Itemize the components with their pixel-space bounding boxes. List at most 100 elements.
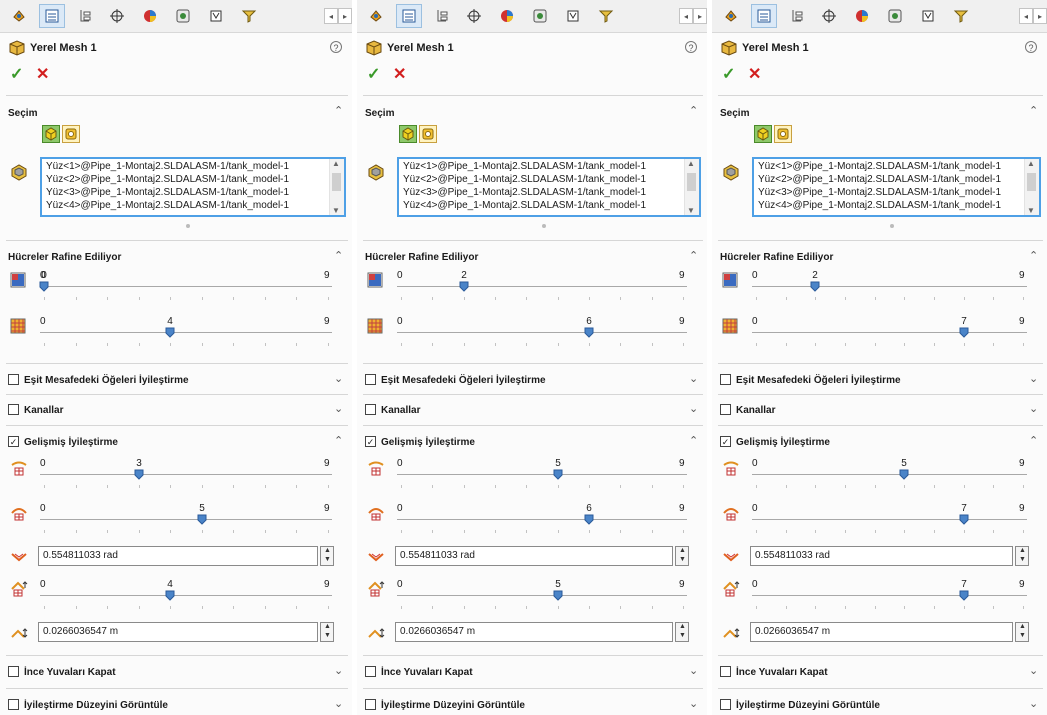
advanced-refinement-checkbox[interactable]: ✓ [365,436,376,447]
list-item[interactable]: Yüz<2>@Pipe_1-Montaj2.SLDALASM-1/tank_mo… [758,174,1001,185]
feature-tree-icon[interactable] [751,4,777,28]
ok-check-icon[interactable]: ✓ [10,64,23,84]
scroll-up-icon[interactable]: ▲ [332,159,340,168]
selected-faces-list[interactable]: Yüz<1>@Pipe_1-Montaj2.SLDALASM-1/tank_mo… [397,157,701,217]
refinement-level-slider[interactable]: 0 9 7 [752,316,1027,346]
slider-thumb[interactable] [959,514,969,525]
channels-checkbox[interactable] [8,404,19,415]
expand-chevron-icon[interactable]: ⌄ [689,697,698,710]
slider-track[interactable] [752,595,1027,596]
resize-grip-icon[interactable] [542,224,546,228]
display-manager-icon[interactable] [170,4,196,28]
slider-thumb[interactable] [584,514,594,525]
tolerance-criterion-spinner[interactable]: ▲ ▼ [320,622,334,642]
scroll-up-icon[interactable]: ▲ [687,159,695,168]
toolbar-scroll-left-icon[interactable]: ◂ [324,8,338,24]
slider-thumb[interactable] [959,590,969,601]
display-manager-icon[interactable] [882,4,908,28]
curvature-criterion-input[interactable]: 0.554811033 rad [38,546,318,566]
slider-thumb[interactable] [459,281,469,292]
tolerance-criterion-input[interactable]: 0.0266036547 m [750,622,1013,642]
slider-track[interactable] [40,286,332,287]
appearance-icon[interactable] [849,4,875,28]
refining-cells-header[interactable]: Hücreler Rafine Ediliyor [365,252,478,263]
face-selection-icon[interactable] [399,125,417,143]
collapse-caret-icon[interactable]: ⌃ [689,104,698,117]
collapse-caret-icon[interactable]: ⌃ [1029,104,1038,117]
small-solid-features-slider[interactable]: 0 9 3 [40,458,332,488]
spin-down-icon[interactable]: ▼ [679,556,686,563]
scroll-thumb[interactable] [1027,173,1036,191]
expand-chevron-icon[interactable]: ⌄ [334,402,343,415]
component-selection-icon[interactable] [419,125,437,143]
appearance-icon[interactable] [494,4,520,28]
slider-track[interactable] [40,474,332,475]
display-manager-icon[interactable] [527,4,553,28]
tolerance-criterion-spinner[interactable]: ▲ ▼ [1015,622,1029,642]
close-gaps-checkbox[interactable] [365,666,376,677]
spin-up-icon[interactable]: ▲ [679,547,686,554]
slider-thumb[interactable] [584,327,594,338]
equidistant-checkbox[interactable] [720,374,731,385]
help-icon[interactable]: ? [685,41,697,53]
collapse-caret-icon[interactable]: ⌃ [689,434,698,447]
list-item[interactable]: Yüz<1>@Pipe_1-Montaj2.SLDALASM-1/tank_mo… [46,161,289,172]
basic-refinement-slider[interactable]: 090 [39,270,332,300]
expand-chevron-icon[interactable]: ⌄ [1029,664,1038,677]
slider-thumb[interactable] [959,327,969,338]
close-gaps-checkbox[interactable] [8,666,19,677]
expand-chevron-icon[interactable]: ⌄ [689,372,698,385]
scroll-down-icon[interactable]: ▼ [332,206,340,215]
slider-thumb[interactable] [553,469,563,480]
refinement-level-slider[interactable]: 0 9 6 [397,316,687,346]
expand-chevron-icon[interactable]: ⌄ [1029,402,1038,415]
collapse-caret-icon[interactable]: ⌃ [689,249,698,262]
curvature-slider[interactable]: 0 9 5 [40,503,332,533]
expand-chevron-icon[interactable]: ⌄ [1029,372,1038,385]
spin-up-icon[interactable]: ▲ [1019,547,1026,554]
cancel-x-icon[interactable]: ✕ [393,64,406,84]
component-selection-icon[interactable] [62,125,80,143]
slider-thumb[interactable] [810,281,820,292]
slider-track[interactable] [752,519,1027,520]
tolerance-refinement-slider[interactable]: 0 9 4 [40,579,332,609]
slider-track[interactable] [397,474,687,475]
toolbar-scroll-right-icon[interactable]: ▸ [338,8,352,24]
slider-thumb[interactable] [197,514,207,525]
feature-tree-icon[interactable] [396,4,422,28]
cancel-x-icon[interactable]: ✕ [748,64,761,84]
scroll-down-icon[interactable]: ▼ [687,206,695,215]
spin-up-icon[interactable]: ▲ [324,623,331,630]
basic-refinement-slider[interactable]: 0 9 2 [397,270,687,300]
slider-track[interactable] [397,519,687,520]
list-scrollbar[interactable]: ▲ ▼ [329,159,344,215]
tolerance-criterion-input[interactable]: 0.0266036547 m [395,622,673,642]
curvature-criterion-input[interactable]: 0.554811033 rad [395,546,673,566]
toolbar-scroll-left-icon[interactable]: ◂ [679,8,693,24]
property-manager-icon[interactable] [363,4,389,28]
slider-track[interactable] [752,286,1027,287]
advanced-refinement-checkbox[interactable]: ✓ [720,436,731,447]
list-scrollbar[interactable]: ▲ ▼ [684,159,699,215]
channels-checkbox[interactable] [720,404,731,415]
spin-down-icon[interactable]: ▼ [324,632,331,639]
list-item[interactable]: Yüz<4>@Pipe_1-Montaj2.SLDALASM-1/tank_mo… [758,200,1001,211]
filter-icon[interactable] [236,4,262,28]
help-icon[interactable]: ? [1025,41,1037,53]
expand-chevron-icon[interactable]: ⌄ [334,664,343,677]
cam-icon[interactable] [560,4,586,28]
refining-cells-header[interactable]: Hücreler Rafine Ediliyor [8,252,121,263]
dimxpert-icon[interactable] [104,4,130,28]
toolbar-scroll-right-icon[interactable]: ▸ [1033,8,1047,24]
tolerance-refinement-slider[interactable]: 0 9 7 [752,579,1027,609]
spin-up-icon[interactable]: ▲ [324,547,331,554]
small-solid-features-slider[interactable]: 0 9 5 [397,458,687,488]
spin-down-icon[interactable]: ▼ [679,632,686,639]
close-gaps-checkbox[interactable] [720,666,731,677]
display-level-checkbox[interactable] [365,699,376,710]
spin-down-icon[interactable]: ▼ [324,556,331,563]
scroll-thumb[interactable] [332,173,341,191]
appearance-icon[interactable] [137,4,163,28]
spin-down-icon[interactable]: ▼ [1019,556,1026,563]
slider-track[interactable] [397,595,687,596]
